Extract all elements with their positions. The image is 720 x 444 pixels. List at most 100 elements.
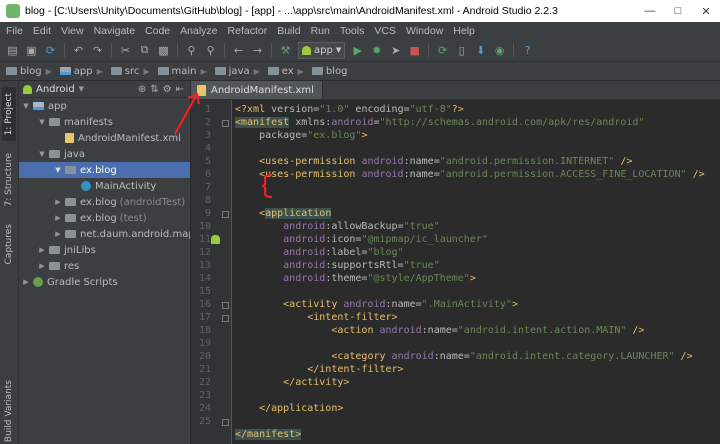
project-view-mode-select[interactable]: Android ▼ xyxy=(19,84,88,95)
replace-icon[interactable]: ⚲ xyxy=(204,44,217,57)
collapse-caret-icon[interactable]: ▶ xyxy=(37,246,47,254)
sync-gradle-icon[interactable]: ⟳ xyxy=(436,44,449,57)
menu-code[interactable]: Code xyxy=(140,25,175,37)
toolbar-separator xyxy=(64,43,65,57)
tree-node-ex-blog-androidtest[interactable]: ▶ ex.blog (androidTest) xyxy=(19,194,190,210)
redo-icon[interactable]: ↷ xyxy=(91,44,104,57)
folder-icon xyxy=(6,67,17,75)
breadcrumb-ex[interactable]: ex ▶ xyxy=(264,66,308,77)
forward-icon[interactable]: → xyxy=(251,44,264,57)
find-icon[interactable]: ⚲ xyxy=(185,44,198,57)
tree-node-ex-blog[interactable]: ▼ ex.blog xyxy=(19,162,190,178)
minimize-button[interactable]: — xyxy=(636,0,664,22)
breadcrumb-app[interactable]: app ▶ xyxy=(56,66,107,77)
save-all-icon[interactable]: ▣ xyxy=(25,44,38,57)
tree-node-net-daum[interactable]: ▶net.daum.android.map.ope xyxy=(19,226,190,242)
toolbar-separator xyxy=(177,43,178,57)
expand-caret-icon[interactable]: ▼ xyxy=(53,166,63,174)
tab-androidmanifest[interactable]: AndroidManifest.xml xyxy=(191,81,323,99)
collapse-all-icon[interactable]: ⇅ xyxy=(150,84,158,95)
fold-icon[interactable] xyxy=(222,315,229,322)
tree-node-ex-blog-test[interactable]: ▶ ex.blog (test) xyxy=(19,210,190,226)
tree-node-manifests[interactable]: ▼ manifests xyxy=(19,114,190,130)
fold-icon[interactable] xyxy=(222,419,229,426)
window-title: blog - [C:\Users\Unity\Documents\GitHub\… xyxy=(25,5,558,17)
code-text-area[interactable]: <?xml version="1.0" encoding="utf-8"?> <… xyxy=(235,100,720,444)
collapse-caret-icon[interactable]: ▶ xyxy=(53,198,63,206)
cut-icon[interactable]: ✂ xyxy=(119,44,132,57)
monitor-icon[interactable]: ◉ xyxy=(493,44,506,57)
menu-run[interactable]: Run xyxy=(306,25,335,37)
debug-icon[interactable]: ✹ xyxy=(370,44,383,57)
menu-vcs[interactable]: VCS xyxy=(369,25,401,37)
stop-icon[interactable]: ■ xyxy=(408,44,421,57)
maximize-button[interactable]: □ xyxy=(664,0,692,22)
open-icon[interactable]: ▤ xyxy=(6,44,19,57)
copy-icon[interactable]: ⧉ xyxy=(138,43,151,57)
android-icon[interactable] xyxy=(211,235,220,244)
sync-icon[interactable]: ⟳ xyxy=(44,44,57,57)
tool-tab-project[interactable]: 1: Project xyxy=(2,87,16,141)
menu-analyze[interactable]: Analyze xyxy=(175,25,222,37)
menu-edit[interactable]: Edit xyxy=(28,25,56,37)
back-icon[interactable]: ← xyxy=(232,44,245,57)
hide-panel-icon[interactable]: ⇤ xyxy=(176,84,184,95)
breadcrumb-blog[interactable]: blog ▶ xyxy=(0,66,56,77)
collapse-caret-icon[interactable]: ▶ xyxy=(53,214,63,222)
tree-node-jnilibs[interactable]: ▶ jniLibs xyxy=(19,242,190,258)
toolbar-separator xyxy=(271,43,272,57)
folder-icon xyxy=(49,262,60,270)
tool-tab-structure[interactable]: 7: Structure xyxy=(2,153,16,207)
collapse-caret-icon[interactable]: ▶ xyxy=(21,278,31,286)
fold-icon[interactable] xyxy=(222,302,229,309)
line-number: 24 xyxy=(198,403,211,414)
menu-build[interactable]: Build xyxy=(272,25,305,37)
breadcrumb-blog-package[interactable]: blog xyxy=(308,66,352,77)
menu-file[interactable]: File xyxy=(0,25,28,37)
collapse-caret-icon[interactable]: ▶ xyxy=(53,230,63,238)
fold-icon[interactable] xyxy=(222,120,229,127)
breadcrumb-main[interactable]: main ▶ xyxy=(154,66,211,77)
expand-caret-icon[interactable]: ▼ xyxy=(37,150,47,158)
run-configuration-select[interactable]: app ▼ xyxy=(298,41,346,59)
breadcrumb-src[interactable]: src ▶ xyxy=(107,66,154,77)
undo-icon[interactable]: ↶ xyxy=(72,44,85,57)
collapse-caret-icon[interactable]: ▶ xyxy=(37,262,47,270)
expand-caret-icon[interactable]: ▼ xyxy=(21,102,31,110)
menu-window[interactable]: Window xyxy=(401,25,448,37)
avd-icon[interactable]: ▯ xyxy=(455,44,468,57)
breadcrumb-java[interactable]: java ▶ xyxy=(211,66,264,77)
tree-node-app[interactable]: ▼ app xyxy=(19,98,190,114)
tree-node-mainactivity[interactable]: MainActivity xyxy=(19,178,190,194)
tree-node-java[interactable]: ▼ java xyxy=(19,146,190,162)
menu-view[interactable]: View xyxy=(56,25,89,37)
paste-icon[interactable]: ▩ xyxy=(157,44,170,57)
xml-file-icon xyxy=(197,84,206,96)
scroll-from-source-icon[interactable]: ⊕ xyxy=(138,84,146,95)
help-icon[interactable]: ? xyxy=(521,44,534,57)
tree-node-res[interactable]: ▶ res xyxy=(19,258,190,274)
tree-node-androidmanifest[interactable]: AndroidManifest.xml xyxy=(19,130,190,146)
tree-node-gradle-scripts[interactable]: ▶ Gradle Scripts xyxy=(19,274,190,290)
make-icon[interactable]: ⚒ xyxy=(279,44,292,57)
line-number: 9 xyxy=(204,208,211,219)
run-icon[interactable]: ▶ xyxy=(351,44,364,57)
fold-icon[interactable] xyxy=(222,211,229,218)
code-line: <uses-permission android:name="android.p… xyxy=(235,169,705,180)
menu-navigate[interactable]: Navigate xyxy=(89,25,140,37)
line-number: 12 xyxy=(198,247,211,258)
attach-icon[interactable]: ➤ xyxy=(389,44,402,57)
gear-icon[interactable]: ⚙ xyxy=(163,84,172,95)
code-line: package="ex.blog"> xyxy=(235,130,368,141)
close-button[interactable]: ✕ xyxy=(692,0,720,22)
menu-refactor[interactable]: Refactor xyxy=(223,25,273,37)
tool-tab-captures[interactable]: Captures xyxy=(2,221,16,267)
menu-tools[interactable]: Tools xyxy=(335,25,370,37)
menu-help[interactable]: Help xyxy=(448,25,480,37)
tool-tab-build-variants[interactable]: Build Variants xyxy=(2,380,16,442)
expand-caret-icon[interactable]: ▼ xyxy=(37,118,47,126)
sdk-icon[interactable]: ⬇ xyxy=(474,44,487,57)
chevron-right-icon: ▶ xyxy=(297,66,304,76)
